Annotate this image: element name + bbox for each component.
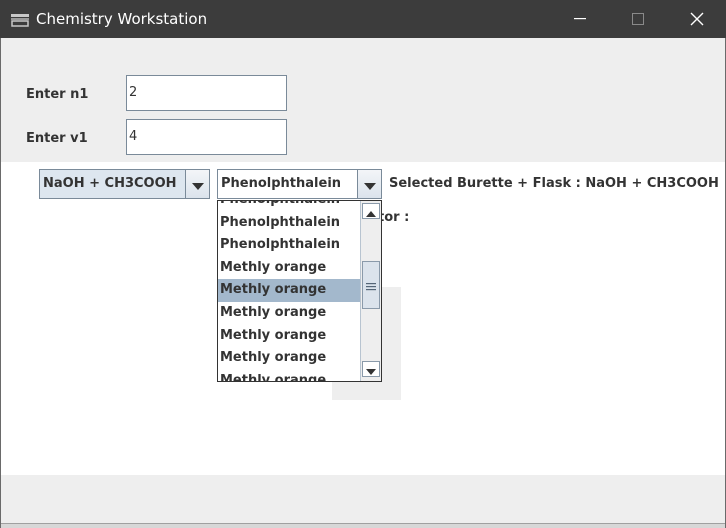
indicator-option[interactable]: Phenolphthalein bbox=[218, 201, 360, 212]
indicator-option[interactable]: Methly orange bbox=[218, 325, 360, 348]
scroll-down-button[interactable] bbox=[362, 361, 380, 377]
selected-indicator-label: tor : bbox=[378, 210, 410, 225]
burette-flask-combo-arrow[interactable] bbox=[185, 170, 209, 198]
v1-label: Enter v1 bbox=[26, 131, 88, 146]
bottom-divider bbox=[1, 523, 725, 528]
maximize-button[interactable] bbox=[615, 0, 661, 38]
indicator-option[interactable]: Methly orange bbox=[218, 347, 360, 370]
chevron-down-icon bbox=[363, 175, 376, 194]
title-bar: Chemistry Workstation bbox=[0, 0, 726, 38]
input-panel bbox=[1, 38, 725, 162]
indicator-option[interactable]: Methly orange bbox=[218, 257, 360, 280]
minimize-button[interactable] bbox=[557, 0, 603, 38]
window-title: Chemistry Workstation bbox=[36, 10, 208, 28]
maximize-icon bbox=[632, 13, 644, 25]
scroll-thumb[interactable] bbox=[362, 261, 380, 309]
indicator-combo-arrow[interactable] bbox=[357, 170, 381, 198]
indicator-option[interactable]: Phenolphthalein bbox=[218, 234, 360, 257]
burette-flask-combo[interactable]: NaOH + CH3COOH bbox=[39, 169, 210, 199]
indicator-option[interactable]: Methly orange bbox=[218, 302, 360, 325]
burette-flask-combo-value: NaOH + CH3COOH bbox=[43, 176, 177, 191]
indicator-combo[interactable]: Phenolphthalein bbox=[217, 169, 382, 199]
scroll-up-button[interactable] bbox=[362, 203, 380, 219]
indicator-combo-value: Phenolphthalein bbox=[221, 176, 342, 191]
indicator-options: Phenolphthalein Phenolphthalein Phenolph… bbox=[218, 201, 360, 381]
indicator-option-highlighted[interactable]: Methly orange bbox=[218, 279, 360, 302]
dropdown-scrollbar[interactable] bbox=[360, 201, 381, 381]
grip-icon bbox=[366, 276, 376, 295]
chevron-up-icon bbox=[366, 202, 376, 221]
indicator-dropdown-list[interactable]: Phenolphthalein Phenolphthalein Phenolph… bbox=[217, 200, 382, 382]
indicator-option[interactable]: Methly orange bbox=[218, 370, 360, 381]
indicator-option[interactable]: Phenolphthalein bbox=[218, 212, 360, 235]
chevron-down-icon bbox=[191, 175, 204, 194]
n1-input[interactable]: 2 bbox=[126, 75, 287, 111]
chevron-down-icon bbox=[366, 360, 376, 379]
bottom-panel bbox=[1, 475, 725, 523]
selected-burette-flask-label: Selected Burette + Flask : NaOH + CH3COO… bbox=[389, 176, 719, 191]
v1-input[interactable]: 4 bbox=[126, 119, 287, 155]
coffee-cup-icon bbox=[10, 12, 30, 27]
n1-label: Enter n1 bbox=[26, 87, 89, 102]
minimize-icon bbox=[574, 18, 586, 20]
close-button[interactable] bbox=[674, 0, 720, 38]
close-icon bbox=[690, 12, 704, 26]
